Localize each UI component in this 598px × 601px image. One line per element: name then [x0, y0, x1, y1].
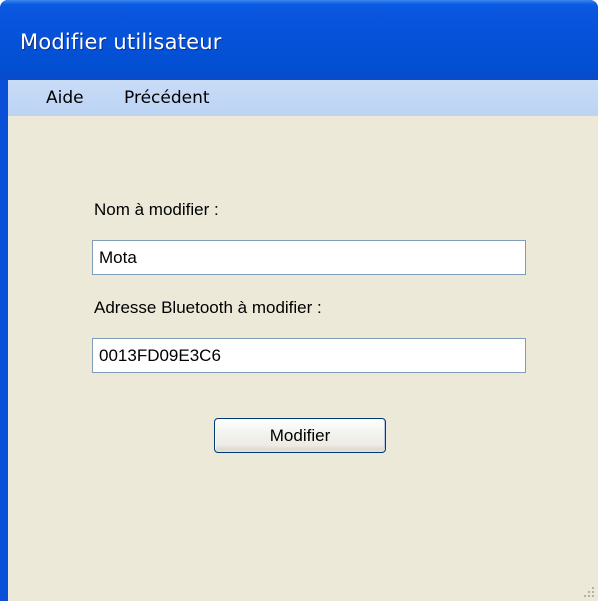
window-title: Modifier utilisateur [20, 30, 222, 54]
name-label: Nom à modifier : [94, 200, 219, 219]
menu-item-precedent[interactable]: Précédent [118, 86, 216, 110]
name-input[interactable] [92, 240, 526, 275]
title-bar[interactable]: Modifier utilisateur [0, 0, 598, 80]
modifier-button[interactable]: Modifier [214, 418, 386, 453]
bluetooth-address-input[interactable] [92, 338, 526, 373]
window-client-area: Aide Précédent Nom à modifier : Adresse … [8, 80, 598, 601]
title-bar-highlight [0, 0, 598, 4]
menu-item-aide[interactable]: Aide [40, 86, 90, 110]
app-window: Modifier utilisateur Aide Précédent Nom … [0, 0, 598, 601]
menu-bar: Aide Précédent [8, 80, 598, 116]
bluetooth-address-label: Adresse Bluetooth à modifier : [94, 298, 322, 317]
resize-grip-icon[interactable] [580, 583, 596, 599]
